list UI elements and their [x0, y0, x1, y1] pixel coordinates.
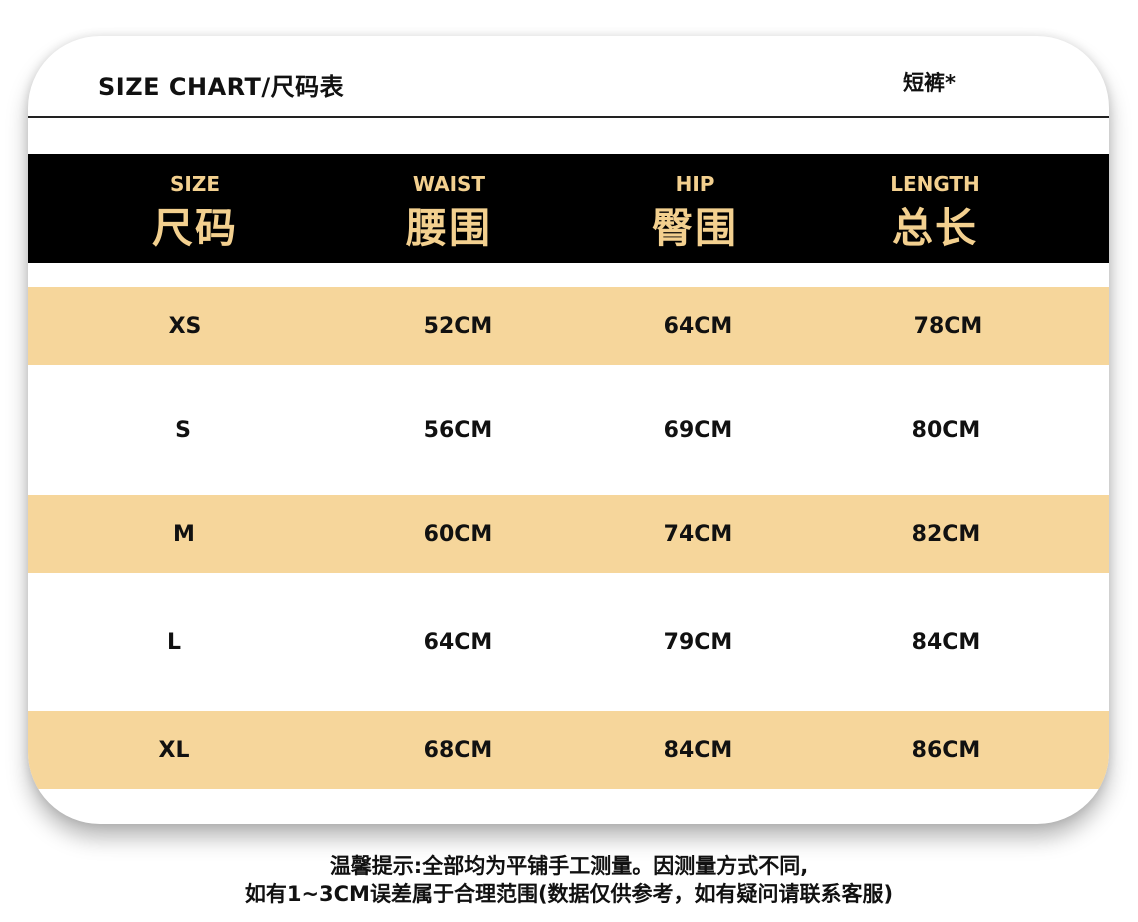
hip-cell: 64CM [663, 313, 733, 339]
title-divider [28, 116, 1109, 118]
waist-cell: 52CM [423, 313, 493, 339]
size-cell: S [175, 417, 191, 443]
table-row: M 60CM 74CM 82CM [28, 495, 1109, 573]
column-header-en: WAIST [412, 172, 486, 196]
size-cell: XL [158, 737, 190, 763]
length-cell: 78CM [913, 313, 983, 339]
hip-cell: 79CM [663, 629, 733, 655]
page-title: SIZE CHART/尺码表 [98, 73, 345, 101]
column-header-size: SIZE 尺码 [70, 154, 320, 263]
length-cell: 84CM [911, 629, 981, 655]
size-cell: M [173, 521, 195, 547]
waist-cell: 64CM [423, 629, 493, 655]
table-header: SIZE 尺码 WAIST 腰围 HIP 臀围 LENGTH 总长 [28, 154, 1109, 263]
waist-cell: 56CM [423, 417, 493, 443]
column-header-zh: 尺码 [152, 204, 238, 252]
column-header-en: LENGTH [890, 172, 980, 196]
product-type-label: 短裤* [903, 71, 956, 95]
hip-cell: 84CM [663, 737, 733, 763]
column-header-waist: WAIST 腰围 [324, 154, 574, 263]
hip-cell: 74CM [663, 521, 733, 547]
measurement-note-line2: 如有1~3CM误差属于合理范围(数据仅供参考，如有疑问请联系客服) [244, 882, 894, 906]
column-header-en: SIZE [169, 172, 220, 196]
column-header-zh: 臀围 [652, 204, 738, 252]
length-cell: 80CM [911, 417, 981, 443]
hip-cell: 69CM [663, 417, 733, 443]
column-header-hip: HIP 臀围 [570, 154, 820, 263]
column-header-zh: 总长 [892, 204, 978, 252]
length-cell: 86CM [911, 737, 981, 763]
table-row: L 64CM 79CM 84CM [28, 573, 1109, 711]
waist-cell: 68CM [423, 737, 493, 763]
table-row: XS 52CM 64CM 78CM [28, 287, 1109, 365]
column-header-en: HIP [675, 172, 715, 196]
length-cell: 82CM [911, 521, 981, 547]
measurement-note-line1: 温馨提示:全部均为平铺手工测量。因测量方式不同, [329, 854, 809, 878]
size-chart-card: SIZE CHART/尺码表 短裤* SIZE 尺码 WAIST 腰围 HIP … [28, 36, 1109, 824]
table-row: S 56CM 69CM 80CM [28, 365, 1109, 495]
waist-cell: 60CM [423, 521, 493, 547]
column-header-length: LENGTH 总长 [810, 154, 1060, 263]
size-cell: XS [168, 313, 202, 339]
column-header-zh: 腰围 [406, 204, 492, 252]
size-cell: L [166, 629, 182, 655]
table-row: XL 68CM 84CM 86CM [28, 711, 1109, 789]
